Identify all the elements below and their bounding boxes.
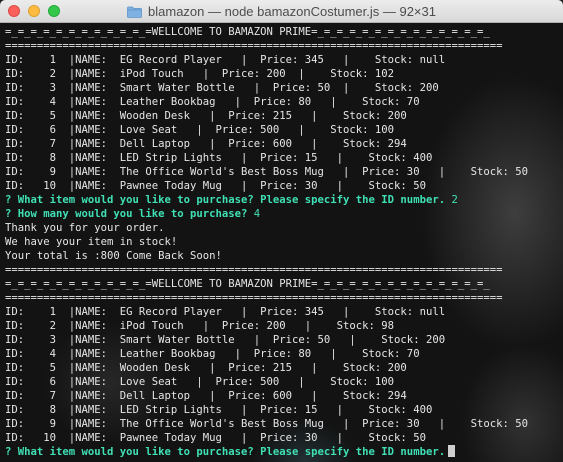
output-line: ID: 4 |NAME: Leather Bookbag | Price: 80… [5, 95, 561, 109]
output-text: ID: 7 |NAME: Dell Laptop | Price: 600 | … [5, 138, 407, 150]
output-line: ID: 2 |NAME: iPod Touch | Price: 200 | S… [5, 67, 561, 81]
output-text: ID: 3 |NAME: Smart Water Bottle | Price:… [5, 334, 446, 346]
output-line: ID: 9 |NAME: The Office World's Best Bos… [5, 165, 561, 179]
output-line: =_=_=_=_=_=_=_=_=_=_=_=WELLCOME TO BAMAZ… [5, 25, 561, 39]
output-text: Your total is :800 Come Back Soon! [5, 250, 222, 262]
output-text: ID: 9 |NAME: The Office World's Best Bos… [5, 418, 528, 430]
output-line: Your total is :800 Come Back Soon! [5, 249, 561, 263]
output-line: ID: 4 |NAME: Leather Bookbag | Price: 80… [5, 347, 561, 361]
terminal-window: blamazon — node bamazonCostumer.js — 92×… [0, 0, 563, 462]
output-text: ID: 1 |NAME: EG Record Player | Price: 3… [5, 306, 446, 318]
output-text: ID: 6 |NAME: Love Seat | Price: 500 | St… [5, 124, 395, 136]
text-cursor [448, 445, 456, 457]
output-text: ID: 9 |NAME: The Office World's Best Bos… [5, 166, 528, 178]
output-line: ID: 7 |NAME: Dell Laptop | Price: 600 | … [5, 389, 561, 403]
output-line: ID: 1 |NAME: EG Record Player | Price: 3… [5, 305, 561, 319]
output-line: =_=_=_=_=_=_=_=_=_=_=_=WELLCOME TO BAMAZ… [5, 277, 561, 291]
output-line: ID: 5 |NAME: Wooden Desk | Price: 215 | … [5, 109, 561, 123]
output-line: ========================================… [5, 291, 561, 305]
output-line: ID: 7 |NAME: Dell Laptop | Price: 600 | … [5, 137, 561, 151]
output-text: ID: 8 |NAME: LED Strip Lights | Price: 1… [5, 152, 433, 164]
prompt-line: ? What item would you like to purchase? … [5, 193, 561, 207]
output-text: ID: 1 |NAME: EG Record Player | Price: 3… [5, 54, 446, 66]
output-text: ID: 4 |NAME: Leather Bookbag | Price: 80… [5, 96, 420, 108]
prompt-text: ? What item would you like to purchase? … [5, 194, 446, 206]
output-text: =_=_=_=_=_=_=_=_=_=_=_=WELLCOME TO BAMAZ… [5, 278, 490, 290]
output-text: ID: 2 |NAME: iPod Touch | Price: 200 | S… [5, 68, 395, 80]
output-line: ID: 3 |NAME: Smart Water Bottle | Price:… [5, 333, 561, 347]
output-line: ID: 5 |NAME: Wooden Desk | Price: 215 | … [5, 361, 561, 375]
prompt-answer: 4 [247, 208, 261, 220]
output-line: ID: 3 |NAME: Smart Water Bottle | Price:… [5, 81, 561, 95]
output-text: Thank you for your order. [5, 222, 165, 234]
output-line: ID: 1 |NAME: EG Record Player | Price: 3… [5, 53, 561, 67]
prompt-text: ? What item would you like to purchase? … [5, 446, 446, 458]
prompt-answer: 2 [445, 194, 458, 206]
prompt-line: ? How many would you like to purchase? 4 [5, 207, 561, 221]
output-text: We have your item in stock! [5, 236, 178, 248]
output-text: ========================================… [5, 292, 503, 304]
title-bar[interactable]: blamazon — node bamazonCostumer.js — 92×… [0, 0, 563, 23]
window-title-group: blamazon — node bamazonCostumer.js — 92×… [0, 0, 563, 23]
prompt-text: ? How many would you like to purchase? [5, 208, 248, 220]
output-line: ========================================… [5, 39, 561, 53]
output-line: ID: 10 |NAME: Pawnee Today Mug | Price: … [5, 179, 561, 193]
output-text: ID: 8 |NAME: LED Strip Lights | Price: 1… [5, 404, 433, 416]
terminal-area[interactable]: =_=_=_=_=_=_=_=_=_=_=_=WELLCOME TO BAMAZ… [0, 23, 563, 462]
terminal-output[interactable]: =_=_=_=_=_=_=_=_=_=_=_=WELLCOME TO BAMAZ… [5, 25, 561, 462]
output-text: ID: 5 |NAME: Wooden Desk | Price: 215 | … [5, 110, 407, 122]
output-line: ID: 10 |NAME: Pawnee Today Mug | Price: … [5, 431, 561, 445]
window-title: blamazon — node bamazonCostumer.js — 92×… [148, 4, 436, 19]
output-text: ID: 2 |NAME: iPod Touch | Price: 200 | S… [5, 320, 395, 332]
output-line: ID: 9 |NAME: The Office World's Best Bos… [5, 417, 561, 431]
output-text: ID: 6 |NAME: Love Seat | Price: 500 | St… [5, 376, 395, 388]
output-line: ID: 2 |NAME: iPod Touch | Price: 200 | S… [5, 319, 561, 333]
output-text: ========================================… [5, 264, 503, 276]
output-line: ID: 6 |NAME: Love Seat | Price: 500 | St… [5, 375, 561, 389]
output-line: ========================================… [5, 263, 561, 277]
output-text: ID: 3 |NAME: Smart Water Bottle | Price:… [5, 82, 439, 94]
output-text: =_=_=_=_=_=_=_=_=_=_=_=WELLCOME TO BAMAZ… [5, 26, 490, 38]
output-text: ========================================… [5, 40, 503, 52]
output-text: ID: 7 |NAME: Dell Laptop | Price: 600 | … [5, 390, 407, 402]
output-text: ID: 4 |NAME: Leather Bookbag | Price: 80… [5, 348, 420, 360]
output-text: ID: 10 |NAME: Pawnee Today Mug | Price: … [5, 180, 426, 192]
output-line: Thank you for your order. [5, 221, 561, 235]
output-line: ID: 8 |NAME: LED Strip Lights | Price: 1… [5, 403, 561, 417]
folder-icon [127, 6, 142, 18]
output-line: We have your item in stock! [5, 235, 561, 249]
output-line: ID: 6 |NAME: Love Seat | Price: 500 | St… [5, 123, 561, 137]
prompt-line: ? What item would you like to purchase? … [5, 445, 561, 459]
output-text: ID: 10 |NAME: Pawnee Today Mug | Price: … [5, 432, 426, 444]
output-text: ID: 5 |NAME: Wooden Desk | Price: 215 | … [5, 362, 407, 374]
output-line: ID: 8 |NAME: LED Strip Lights | Price: 1… [5, 151, 561, 165]
